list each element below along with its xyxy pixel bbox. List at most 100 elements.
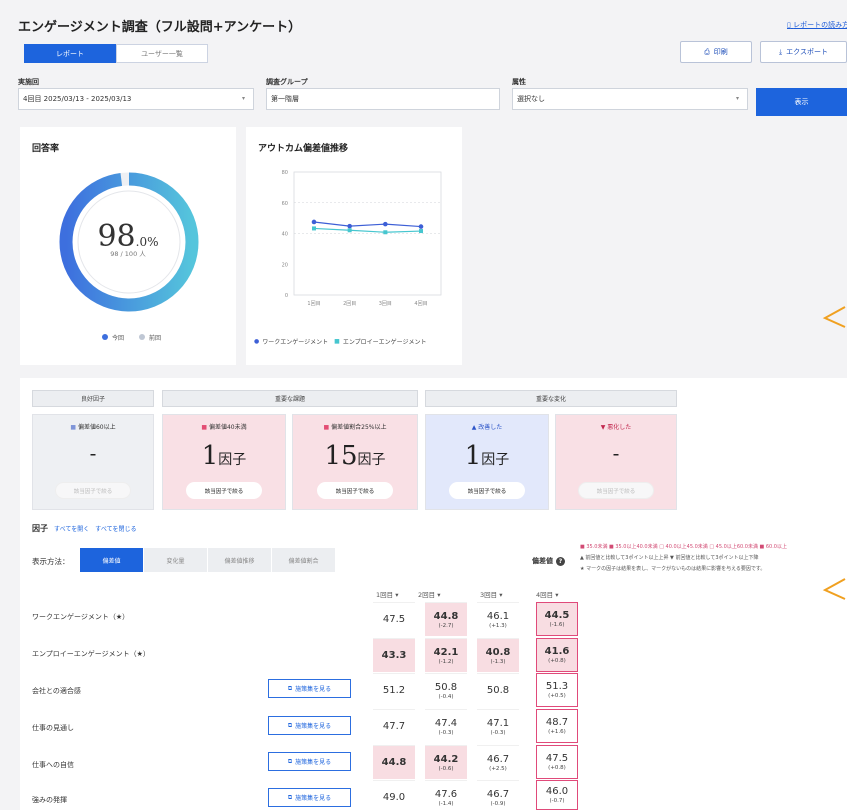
data-point-s1	[347, 223, 352, 229]
cell-value: 49.0	[373, 780, 415, 810]
legend-dot-icon: ●	[254, 338, 260, 345]
summary-ratio-label-text: 偏差値割合25%以上	[331, 424, 387, 431]
measures-button[interactable]: ⧉ 施策集を見る	[268, 788, 351, 807]
group-select[interactable]: 第一階層	[266, 88, 500, 110]
cell-value: 48.7 (+1.6)	[536, 709, 578, 743]
cell-value: 46.7 (+2.5)	[477, 745, 519, 779]
y-tick-label: 20	[282, 262, 288, 268]
square-icon: ■	[201, 424, 208, 431]
round-select[interactable]: 4回目 2025/03/13 - 2025/03/13 ▾	[18, 88, 254, 110]
annotation-arrow-icon	[822, 578, 846, 600]
square-icon: ■	[70, 424, 77, 431]
cell-number: 41.6	[544, 646, 570, 657]
legend-previous-dot	[139, 334, 145, 340]
cell-delta: (-0.7)	[549, 798, 565, 804]
cell-number: 46.0	[545, 786, 569, 797]
measures-button[interactable]: ⧉ 施策集を見る	[268, 716, 351, 735]
group-header-good: 良好因子	[32, 390, 154, 407]
cell-value: 41.6 (+0.8)	[536, 638, 578, 672]
filter-low-button[interactable]: 該当因子で絞る	[186, 482, 262, 499]
chevron-down-icon: ▾	[241, 95, 245, 102]
legend-previous-label: 前回	[149, 335, 162, 342]
data-point-s2	[419, 229, 423, 234]
legend-star-note: ★ マークの因子は結果を表し、マークがないものは結果に影響を与える要因です。	[580, 566, 766, 572]
cell-delta: (-1.4)	[438, 800, 454, 807]
mode-deviation[interactable]: 偏差値	[80, 548, 144, 572]
help-icon[interactable]: ?	[556, 556, 565, 566]
summary-low-label: ■ 偏差値40未満	[163, 422, 285, 431]
cell-delta: (+2.5)	[489, 765, 507, 772]
cell-number: 51.3	[545, 681, 569, 692]
column-header-1[interactable]: 1回目 ▾	[376, 589, 398, 599]
cell-value: 46.0 (-0.7)	[536, 780, 578, 810]
response-rate-count: 98 / 100 人	[110, 250, 146, 258]
group-header-changes: 重要な変化	[425, 390, 677, 407]
trend-legend: ● ワークエンゲージメント ■ エンプロイーエンゲージメント	[254, 337, 427, 346]
y-tick-label: 80	[282, 170, 288, 176]
x-tick-label: 3回目	[379, 301, 392, 307]
cell-value: 42.1 (-1.2)	[425, 638, 467, 672]
filter-good-button[interactable]: 該当因子で絞る	[55, 482, 131, 499]
cell-delta: (+1.6)	[548, 729, 566, 735]
legend-square-icon: ■	[334, 338, 340, 345]
group-value: 第一階層	[271, 95, 299, 103]
summary-good-label: ■ 偏差値60以上	[33, 422, 153, 431]
cell-number: 46.7	[486, 753, 510, 765]
summary-low-label-text: 偏差値40未満	[208, 424, 247, 431]
cell-value: 47.7	[373, 709, 415, 743]
legend-current-label: 今回	[112, 335, 125, 342]
mode-ratio[interactable]: 偏差値割合	[272, 548, 336, 572]
y-tick-label: 0	[285, 293, 288, 299]
filter-ratio-button[interactable]: 該当因子で絞る	[317, 482, 393, 499]
cell-delta: (-1.6)	[549, 622, 565, 628]
copy-icon: ⧉	[287, 793, 293, 801]
copy-icon: ⧉	[287, 721, 293, 729]
close-all-link[interactable]: すべてを閉じる	[95, 524, 136, 533]
response-rate-card: 回答率 98.0% 98 / 100 人 今回 前回	[20, 127, 236, 365]
tab-user-list[interactable]: ユーザー一覧	[116, 44, 208, 63]
factor-title: 因子	[32, 524, 48, 533]
cell-value: 50.8 (-0.4)	[425, 673, 467, 707]
chevron-down-icon: ▾	[735, 95, 739, 102]
y-tick-label: 60	[282, 201, 288, 207]
cell-number: 48.7	[545, 717, 569, 728]
attribute-select[interactable]: 選択なし ▾	[512, 88, 748, 110]
cell-number: 46.7	[486, 788, 510, 800]
cell-number: 47.6	[434, 788, 458, 800]
cell-delta: (-0.9)	[490, 800, 506, 807]
print-label: 印刷	[713, 48, 728, 56]
data-point-s2	[312, 226, 316, 231]
row-label-outlook: 仕事の見通し	[32, 724, 74, 732]
cell-value: 40.8 (-1.3)	[477, 638, 519, 672]
filter-worsened-button[interactable]: 該当因子で絞る	[578, 482, 654, 499]
cell-value: 47.5 (+0.8)	[536, 745, 578, 779]
summary-good-box: ■ 偏差値60以上 - 該当因子で絞る	[32, 414, 154, 510]
cell-delta: (-0.3)	[438, 729, 454, 736]
show-button[interactable]: 表示	[756, 88, 847, 116]
mode-trend[interactable]: 偏差値推移	[208, 548, 272, 572]
cell-number: 44.8	[433, 610, 459, 622]
x-tick-label: 4回目	[414, 301, 427, 307]
mode-change[interactable]: 変化量	[144, 548, 208, 572]
cell-number: 44.2	[433, 753, 459, 765]
cell-delta: (-1.2)	[438, 658, 454, 665]
row-label-fit: 会社との適合感	[32, 687, 81, 695]
filter-improved-button[interactable]: 該当因子で絞る	[449, 482, 525, 499]
column-header-4[interactable]: 4回目 ▾	[536, 589, 558, 599]
measures-button[interactable]: ⧉ 施策集を見る	[268, 752, 351, 771]
legend-work-engagement: ワークエンゲージメント	[262, 339, 329, 346]
open-all-link[interactable]: すべてを開く	[54, 524, 89, 533]
measures-button[interactable]: ⧉ 施策集を見る	[268, 679, 351, 698]
column-header-2[interactable]: 2回目 ▾	[418, 589, 440, 599]
summary-ratio-label: ■ 偏差値割合25%以上	[293, 422, 417, 431]
column-header-3[interactable]: 3回目 ▾	[480, 589, 502, 599]
tab-report[interactable]: レポート	[24, 44, 116, 63]
copy-icon: ⧉	[287, 684, 293, 692]
print-button[interactable]: ⎙ 印刷	[680, 41, 752, 63]
cell-delta: (+0.5)	[548, 693, 566, 699]
report-guide-link[interactable]: ▯ レポートの読み方	[787, 20, 847, 30]
legend-colors: ■ 35.0未満 ■ 35.0以上40.0未満 □ 40.0以上45.0未満 □…	[580, 544, 787, 550]
export-button[interactable]: ⤓ エクスポート	[760, 41, 847, 63]
group-header-issues: 重要な課題	[162, 390, 418, 407]
row-label-confidence: 仕事への自信	[32, 761, 74, 769]
